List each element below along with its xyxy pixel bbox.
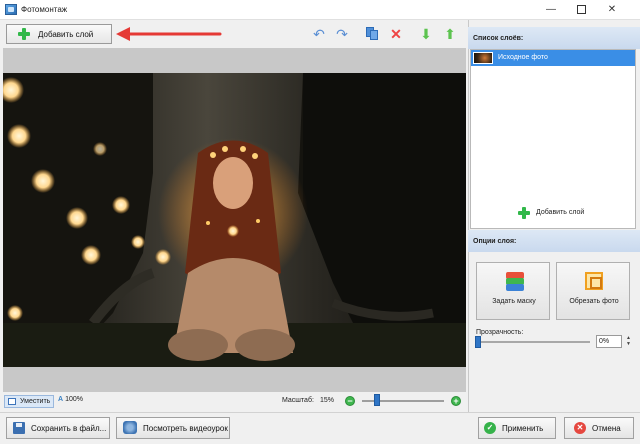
- move-up-icon[interactable]: ⬆: [442, 27, 458, 41]
- layer-options-header: Опции слоя:: [468, 230, 640, 252]
- close-icon: ✕: [607, 4, 617, 15]
- add-layer-link[interactable]: Добавить слой: [516, 206, 596, 220]
- copy-icon[interactable]: [364, 27, 380, 41]
- plus-icon: [518, 207, 530, 219]
- layer-item[interactable]: [471, 50, 635, 66]
- window-title: Фотомонтаж: [21, 5, 68, 14]
- add-layer-button-label: Добавить слой: [38, 30, 94, 39]
- add-layer-button[interactable]: Добавить слой: [6, 24, 112, 44]
- watch-video-label: Посмотреть видеоурок: [143, 424, 228, 433]
- apply-button[interactable]: ✓ Применить: [478, 417, 556, 439]
- zoom-actual-size-icon: A: [58, 396, 64, 403]
- annotation-arrow-icon: [116, 27, 222, 41]
- zoom-out-button[interactable]: −: [345, 396, 355, 406]
- fit-icon: [8, 398, 16, 405]
- close-button[interactable]: ✕: [597, 0, 627, 20]
- zoom-slider-thumb[interactable]: [374, 394, 380, 406]
- opacity-input[interactable]: 0%: [596, 335, 622, 348]
- spin-down-icon[interactable]: ▼: [624, 341, 633, 347]
- check-icon: ✓: [484, 422, 496, 434]
- opacity-label: Прозрачность:: [476, 329, 524, 336]
- photo-image[interactable]: [3, 73, 466, 367]
- scale-label: Масштаб:: [282, 397, 314, 404]
- save-to-file-button[interactable]: Сохранить в файл...: [6, 417, 110, 439]
- zoom-100-button[interactable]: A 100%: [58, 396, 83, 403]
- minimize-icon: —: [546, 4, 556, 15]
- maximize-icon: [576, 4, 586, 14]
- opacity-spinner[interactable]: ▲ ▼: [624, 335, 633, 348]
- maximize-button[interactable]: [566, 0, 596, 20]
- fit-button[interactable]: Уместить: [4, 395, 54, 408]
- set-mask-label: Задать маску: [492, 298, 536, 305]
- layer-thumbnail: [473, 52, 493, 64]
- plus-icon: [18, 28, 30, 40]
- cancel-label: Отмена: [592, 424, 621, 433]
- opacity-slider-track[interactable]: [478, 341, 590, 343]
- layer-item-label: Исходное фото: [498, 54, 548, 61]
- set-mask-button[interactable]: Задать маску: [476, 262, 550, 320]
- app-icon: [5, 4, 17, 15]
- redo-icon[interactable]: ↷: [334, 27, 350, 41]
- photo-illustration: [3, 73, 466, 367]
- undo-icon[interactable]: ↶: [311, 27, 327, 41]
- cancel-icon: ✕: [574, 422, 586, 434]
- layers-panel-header: Список слоёв:: [468, 27, 640, 49]
- canvas-area[interactable]: [3, 48, 466, 392]
- fit-button-label: Уместить: [20, 398, 51, 405]
- layers-list[interactable]: [470, 49, 636, 229]
- minimize-button[interactable]: —: [536, 0, 566, 20]
- save-icon: [13, 422, 25, 434]
- crop-icon: [585, 272, 603, 290]
- cancel-button[interactable]: ✕ Отмена: [564, 417, 634, 439]
- move-down-icon[interactable]: ⬇: [418, 27, 434, 41]
- zoom-100-label: 100%: [65, 396, 83, 403]
- layers-stack-icon: [506, 272, 524, 292]
- zoom-in-button[interactable]: +: [451, 396, 461, 406]
- video-icon: [123, 421, 137, 434]
- apply-label: Применить: [502, 424, 544, 433]
- delete-icon[interactable]: ✕: [388, 27, 404, 41]
- scale-value: 15%: [320, 397, 335, 404]
- crop-photo-label: Обрезать фото: [569, 298, 619, 305]
- watch-video-button[interactable]: Посмотреть видеоурок: [116, 417, 230, 439]
- add-layer-link-label: Добавить слой: [536, 209, 585, 216]
- crop-photo-button[interactable]: Обрезать фото: [556, 262, 630, 320]
- opacity-slider-thumb[interactable]: [475, 336, 481, 348]
- save-to-file-label: Сохранить в файл...: [31, 424, 107, 433]
